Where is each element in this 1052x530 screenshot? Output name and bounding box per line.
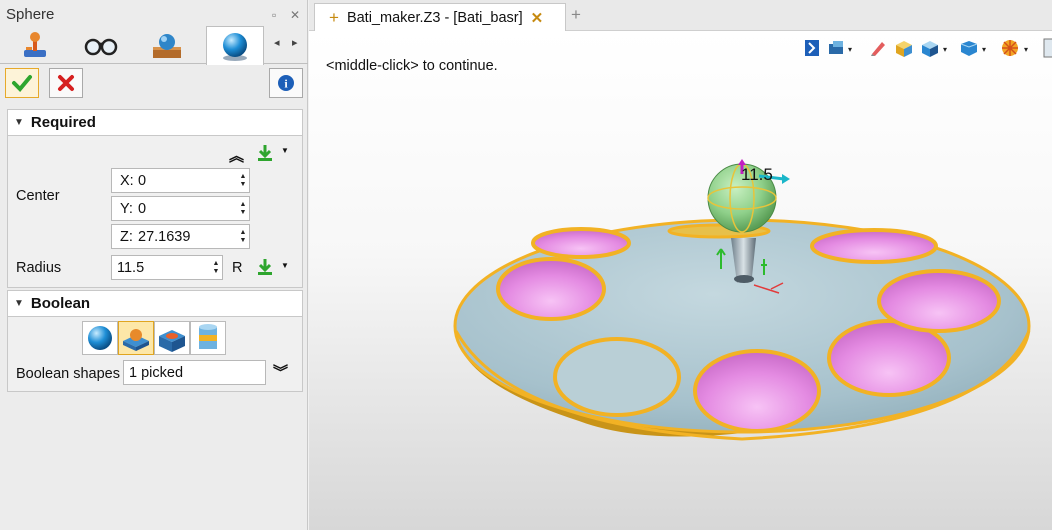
center-label: Center <box>16 188 60 204</box>
sphere-icon <box>223 33 247 61</box>
radius-spinner-icon[interactable]: ▲ ▼ <box>210 260 222 276</box>
x-value[interactable]: 0 <box>138 173 237 189</box>
pocket-left[interactable] <box>496 257 606 321</box>
required-section-body: ︽ ▼ Center X: 0 ▲ ▼ Y: 0 ▲ ▼ Z: 27.1639 ▲ ▼… <box>7 136 303 288</box>
close-tab-icon[interactable]: ✕ <box>531 9 544 27</box>
radius-value[interactable]: 11.5 <box>117 260 210 276</box>
boolean-intersect-button[interactable] <box>190 321 226 355</box>
z-spinner-icon[interactable]: ▲ ▼ <box>237 229 249 245</box>
dropdown-arrow-icon[interactable]: ▼ <box>281 146 289 155</box>
panel-tab-row: ◂ ▸ <box>0 26 308 65</box>
tab-glasses[interactable] <box>72 26 130 64</box>
panel-title: Sphere <box>6 6 55 23</box>
center-z-field[interactable]: Z: 27.1639 ▲ ▼ <box>111 224 250 249</box>
sphere-command-panel: Sphere ▫ ✕ ◂ ▸ i ▼ Required ︽ ▼ Center X… <box>0 0 308 530</box>
double-chevron-down-icon[interactable]: ︾ <box>273 361 288 382</box>
document-tab-title: Bati_maker.Z3 - [Bati_basr] <box>346 9 523 26</box>
pocket-empty[interactable] <box>553 337 681 417</box>
boolean-section-title: Boolean <box>30 295 91 312</box>
z-axis-label: Z: <box>120 228 133 245</box>
3d-viewport[interactable]: <middle-click> to continue. ▾ ▾ ▾ ▾ 11.5 <box>309 31 1052 530</box>
boolean-remove-button[interactable] <box>154 321 190 355</box>
ok-button[interactable] <box>5 68 39 98</box>
z-value[interactable]: 27.1639 <box>138 229 237 245</box>
boolean-add-icon <box>123 329 149 351</box>
radius-download-arrow-icon[interactable] <box>256 258 274 276</box>
close-x-icon <box>58 75 74 91</box>
glasses-icon <box>84 38 118 56</box>
x-spinner-icon[interactable]: ▲ ▼ <box>237 173 249 189</box>
double-chevron-up-icon[interactable]: ︽ <box>229 145 244 166</box>
tab-sphere[interactable] <box>206 26 264 65</box>
download-arrow-icon[interactable] <box>256 144 274 162</box>
boolean-add-button[interactable] <box>118 321 154 355</box>
center-x-field[interactable]: X: 0 ▲ ▼ <box>111 168 250 193</box>
panel-close-icon[interactable]: ✕ <box>290 8 300 22</box>
info-button[interactable]: i <box>269 68 303 98</box>
required-section-title: Required <box>30 114 96 131</box>
required-section-header[interactable]: ▼ Required <box>7 109 303 136</box>
boolean-section-body: Boolean shapes 1 picked ︾ <box>7 317 303 392</box>
boolean-shapes-value[interactable]: 1 picked <box>129 365 265 381</box>
panel-restore-icon[interactable]: ▫ <box>272 8 276 22</box>
main-area: + Bati_maker.Z3 - [Bati_basr] ✕ + <middl… <box>309 0 1052 530</box>
boolean-section-header[interactable]: ▼ Boolean <box>7 290 303 317</box>
boolean-remove-icon <box>159 330 185 352</box>
new-tab-icon[interactable]: + <box>571 5 581 25</box>
joystick-icon <box>24 32 46 57</box>
radius-field[interactable]: 11.5 ▲ ▼ <box>111 255 223 280</box>
center-y-field[interactable]: Y: 0 ▲ ▼ <box>111 196 250 221</box>
sphere-on-block-icon <box>153 34 181 58</box>
tab-scroll-right-icon[interactable]: ▸ <box>292 36 298 49</box>
tab-sphere-on-block[interactable] <box>138 26 196 64</box>
document-tab[interactable]: + Bati_maker.Z3 - [Bati_basr] ✕ <box>314 3 566 31</box>
boolean-collapse-triangle-icon: ▼ <box>14 298 24 309</box>
y-axis-label: Y: <box>120 200 133 217</box>
x-axis-label: X: <box>120 172 134 189</box>
modified-plus-icon: + <box>329 7 339 27</box>
tab-scroll-left-icon[interactable]: ◂ <box>274 36 280 49</box>
model-scene[interactable]: 11.5 <box>309 31 1052 530</box>
document-tab-bar: + Bati_maker.Z3 - [Bati_basr] ✕ + <box>309 0 1052 31</box>
boolean-none-icon <box>88 326 112 350</box>
check-icon <box>12 75 32 92</box>
radius-label: Radius <box>16 260 62 276</box>
dimension-label[interactable]: 11.5 <box>741 165 773 184</box>
pocket-right[interactable] <box>877 269 1001 333</box>
boolean-intersect-icon <box>199 324 217 349</box>
collapse-triangle-icon: ▼ <box>14 117 24 128</box>
tab-joystick[interactable] <box>6 26 64 64</box>
y-value[interactable]: 0 <box>138 201 237 217</box>
radius-suffix-label: R <box>232 260 243 276</box>
boolean-shapes-label: Boolean shapes <box>16 366 120 382</box>
pocket-back-right[interactable] <box>810 228 938 264</box>
cancel-button[interactable] <box>49 68 83 98</box>
info-icon: i <box>278 75 294 91</box>
radius-dropdown-arrow-icon[interactable]: ▼ <box>281 261 289 270</box>
pocket-front[interactable] <box>693 349 821 433</box>
boolean-none-button[interactable] <box>82 321 118 355</box>
pocket-back-left[interactable] <box>531 227 631 259</box>
y-spinner-icon[interactable]: ▲ ▼ <box>237 201 249 217</box>
boolean-shapes-field[interactable]: 1 picked <box>123 360 266 385</box>
